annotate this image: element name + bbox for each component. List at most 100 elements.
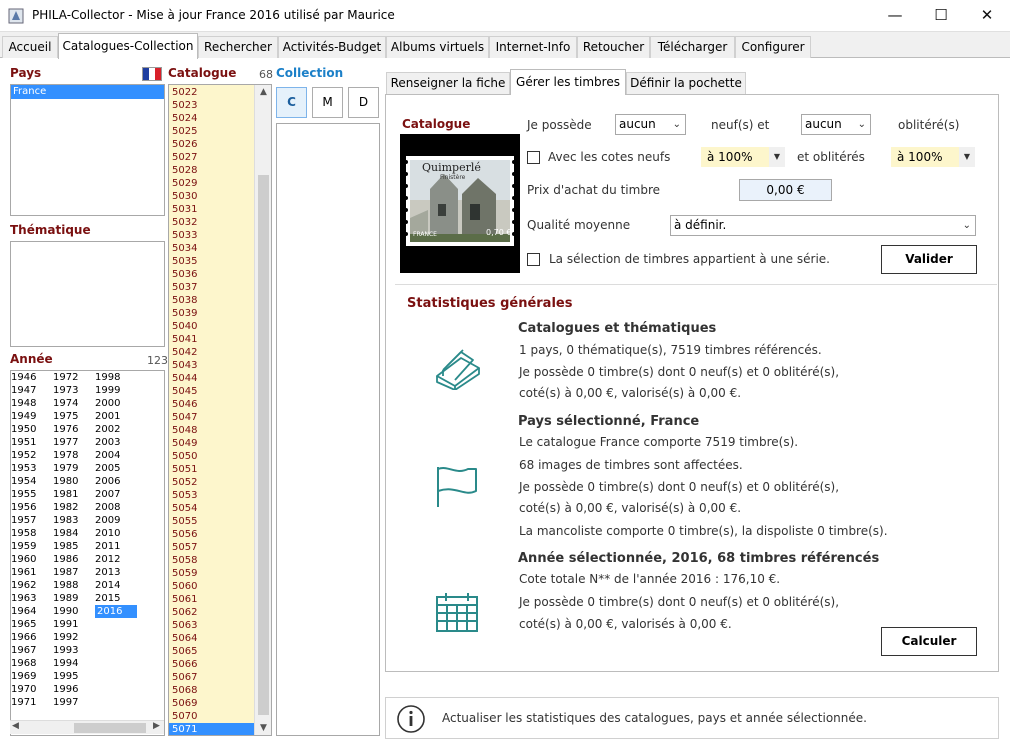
year-item[interactable]: 1976 — [53, 423, 95, 436]
catalogue-item[interactable]: 5033 — [169, 229, 255, 242]
catalogue-item[interactable]: 5050 — [169, 450, 255, 463]
year-item[interactable]: 1959 — [11, 540, 53, 553]
catalogue-item[interactable]: 5027 — [169, 151, 255, 164]
tab-catalogues-collection[interactable]: Catalogues-Collection — [58, 33, 198, 59]
year-item[interactable]: 1992 — [53, 631, 95, 644]
pays-item-france[interactable]: France — [11, 85, 164, 99]
catalogue-item[interactable]: 5030 — [169, 190, 255, 203]
year-item[interactable]: 1966 — [11, 631, 53, 644]
catalogue-item[interactable]: 5022 — [169, 86, 255, 99]
catalogue-item[interactable]: 5044 — [169, 372, 255, 385]
tab-accueil[interactable]: Accueil — [2, 36, 58, 58]
catalogue-item[interactable]: 5042 — [169, 346, 255, 359]
tab-definir-pochette[interactable]: Définir la pochette — [626, 72, 746, 94]
year-item[interactable]: 2015 — [95, 592, 137, 605]
collection-m-button[interactable]: M — [312, 87, 343, 118]
catalogue-item[interactable]: 5062 — [169, 606, 255, 619]
year-item[interactable]: 1975 — [53, 410, 95, 423]
year-item[interactable]: 1949 — [11, 410, 53, 423]
year-item[interactable]: 1972 — [53, 371, 95, 384]
year-item[interactable]: 1965 — [11, 618, 53, 631]
year-item[interactable]: 1951 — [11, 436, 53, 449]
catalogue-item[interactable]: 5032 — [169, 216, 255, 229]
years-horizontal-scrollbar[interactable]: ◀ ▶ — [10, 720, 164, 734]
year-item[interactable]: 1946 — [11, 371, 53, 384]
year-item[interactable]: 1954 — [11, 475, 53, 488]
maximize-button[interactable]: ☐ — [918, 0, 964, 32]
catalogue-item[interactable]: 5067 — [169, 671, 255, 684]
year-item[interactable]: 1993 — [53, 644, 95, 657]
year-item[interactable]: 1957 — [11, 514, 53, 527]
year-item[interactable]: 1981 — [53, 488, 95, 501]
obliteres-quantity-select[interactable]: aucun ⌄ — [801, 114, 871, 135]
catalogue-item[interactable]: 5034 — [169, 242, 255, 255]
year-item[interactable]: 1997 — [53, 696, 95, 709]
catalogue-item[interactable]: 5035 — [169, 255, 255, 268]
year-item[interactable]: 1978 — [53, 449, 95, 462]
tab-activites-budget[interactable]: Activités-Budget — [278, 36, 386, 58]
year-item[interactable]: 1984 — [53, 527, 95, 540]
catalogue-item[interactable]: 5038 — [169, 294, 255, 307]
year-item[interactable]: 1995 — [53, 670, 95, 683]
catalogue-item[interactable]: 5051 — [169, 463, 255, 476]
catalogue-item[interactable]: 5046 — [169, 398, 255, 411]
tab-gerer-timbres[interactable]: Gérer les timbres — [510, 69, 626, 95]
catalogue-item[interactable]: 5054 — [169, 502, 255, 515]
year-item[interactable]: 2014 — [95, 579, 137, 592]
year-item[interactable]: 2006 — [95, 475, 137, 488]
tab-rechercher[interactable]: Rechercher — [198, 36, 278, 58]
close-button[interactable]: ✕ — [964, 0, 1010, 32]
catalogue-item[interactable]: 5028 — [169, 164, 255, 177]
year-item[interactable]: 1977 — [53, 436, 95, 449]
scroll-right-arrow-icon[interactable]: ▶ — [153, 721, 160, 731]
scroll-down-arrow-icon[interactable]: ▼ — [255, 723, 271, 733]
tab-renseigner-fiche[interactable]: Renseigner la fiche — [386, 72, 510, 94]
catalogue-item[interactable]: 5049 — [169, 437, 255, 450]
catalogue-item[interactable]: 5041 — [169, 333, 255, 346]
year-item[interactable]: 1964 — [11, 605, 53, 618]
cote-neuf-select[interactable]: à 100% ▼ — [701, 147, 785, 167]
collection-list[interactable] — [276, 123, 380, 736]
catalogue-item[interactable]: 5060 — [169, 580, 255, 593]
year-item[interactable]: 1963 — [11, 592, 53, 605]
year-item[interactable]: 1973 — [53, 384, 95, 397]
catalogue-scrollbar[interactable]: ▲ ▼ — [254, 85, 271, 735]
year-item[interactable]: 2004 — [95, 449, 137, 462]
catalogue-scroll-thumb[interactable] — [258, 175, 269, 715]
year-item[interactable]: 1967 — [11, 644, 53, 657]
catalogue-item[interactable]: 5031 — [169, 203, 255, 216]
year-item[interactable]: 1999 — [95, 384, 137, 397]
catalogue-item[interactable]: 5055 — [169, 515, 255, 528]
catalogue-item[interactable]: 5066 — [169, 658, 255, 671]
catalogue-item[interactable]: 5070 — [169, 710, 255, 723]
catalogue-item[interactable]: 5043 — [169, 359, 255, 372]
year-item[interactable]: 1947 — [11, 384, 53, 397]
year-item[interactable]: 1948 — [11, 397, 53, 410]
catalogue-item[interactable]: 5065 — [169, 645, 255, 658]
catalogue-item[interactable]: 5024 — [169, 112, 255, 125]
year-item[interactable]: 1970 — [11, 683, 53, 696]
tab-internet-info[interactable]: Internet-Info — [489, 36, 577, 58]
year-item[interactable]: 1950 — [11, 423, 53, 436]
catalogue-item[interactable]: 5037 — [169, 281, 255, 294]
year-item[interactable]: 1998 — [95, 371, 137, 384]
year-item[interactable]: 1962 — [11, 579, 53, 592]
minimize-button[interactable]: — — [872, 0, 918, 32]
year-item[interactable]: 1956 — [11, 501, 53, 514]
collection-d-button[interactable]: D — [348, 87, 379, 118]
year-item[interactable]: 2012 — [95, 553, 137, 566]
year-item[interactable]: 2005 — [95, 462, 137, 475]
scroll-left-arrow-icon[interactable]: ◀ — [12, 721, 19, 731]
year-item[interactable]: 1987 — [53, 566, 95, 579]
year-item[interactable]: 1953 — [11, 462, 53, 475]
tab-telecharger[interactable]: Télécharger — [650, 36, 735, 58]
year-item[interactable]: 2001 — [95, 410, 137, 423]
scroll-up-arrow-icon[interactable]: ▲ — [255, 87, 271, 97]
year-item[interactable]: 2009 — [95, 514, 137, 527]
catalogue-item[interactable]: 5023 — [169, 99, 255, 112]
year-item[interactable]: 1968 — [11, 657, 53, 670]
collection-c-button[interactable]: C — [276, 87, 307, 118]
year-item[interactable]: 1974 — [53, 397, 95, 410]
catalogue-item[interactable]: 5039 — [169, 307, 255, 320]
cote-oblit-select[interactable]: à 100% ▼ — [891, 147, 975, 167]
